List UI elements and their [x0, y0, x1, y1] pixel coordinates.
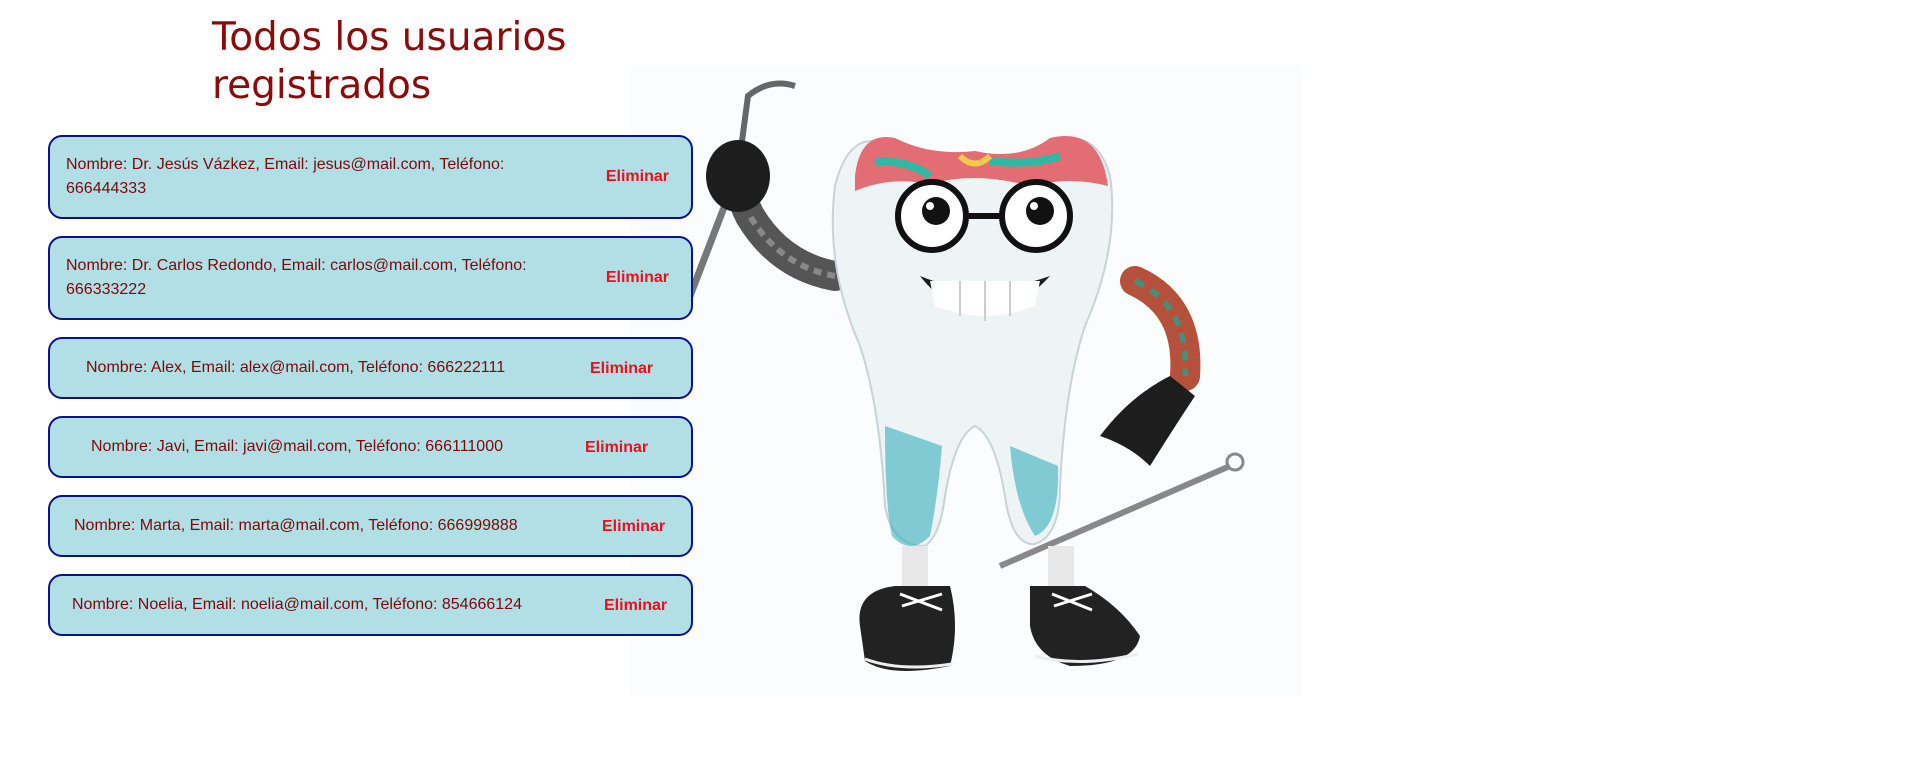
user-info: Nombre: Dr. Carlos Redondo, Email: carlo… [66, 257, 527, 298]
user-info: Nombre: Javi, Email: javi@mail.com, Telé… [91, 438, 503, 455]
delete-button[interactable]: Eliminar [604, 594, 667, 618]
delete-button[interactable]: Eliminar [606, 165, 669, 189]
user-card: Nombre: Dr. Carlos Redondo, Email: carlo… [48, 236, 693, 320]
tooth-mascot-icon [686, 80, 1245, 671]
users-list: Nombre: Dr. Jesús Vázkez, Email: jesus@m… [48, 135, 693, 653]
user-info: Nombre: Alex, Email: alex@mail.com, Telé… [86, 359, 506, 376]
users-page: Todos los usuarios registrados Nombre: D… [0, 0, 1908, 768]
user-card: Nombre: Marta, Email: marta@mail.com, Te… [48, 495, 693, 557]
user-info: Nombre: Noelia, Email: noelia@mail.com, … [72, 596, 522, 613]
delete-button[interactable]: Eliminar [606, 266, 669, 290]
user-card: Nombre: Noelia, Email: noelia@mail.com, … [48, 574, 693, 636]
user-card: Nombre: Javi, Email: javi@mail.com, Telé… [48, 416, 693, 478]
user-card: Nombre: Alex, Email: alex@mail.com, Telé… [48, 337, 693, 399]
page-title: Todos los usuarios registrados [212, 15, 567, 108]
user-card: Nombre: Dr. Jesús Vázkez, Email: jesus@m… [48, 135, 693, 219]
tooth-mascot-illustration [630, 66, 1302, 696]
user-info: Nombre: Dr. Jesús Vázkez, Email: jesus@m… [66, 156, 505, 197]
delete-button[interactable]: Eliminar [585, 436, 648, 460]
delete-button[interactable]: Eliminar [590, 357, 653, 381]
user-info: Nombre: Marta, Email: marta@mail.com, Te… [74, 517, 518, 534]
delete-button[interactable]: Eliminar [602, 515, 665, 539]
